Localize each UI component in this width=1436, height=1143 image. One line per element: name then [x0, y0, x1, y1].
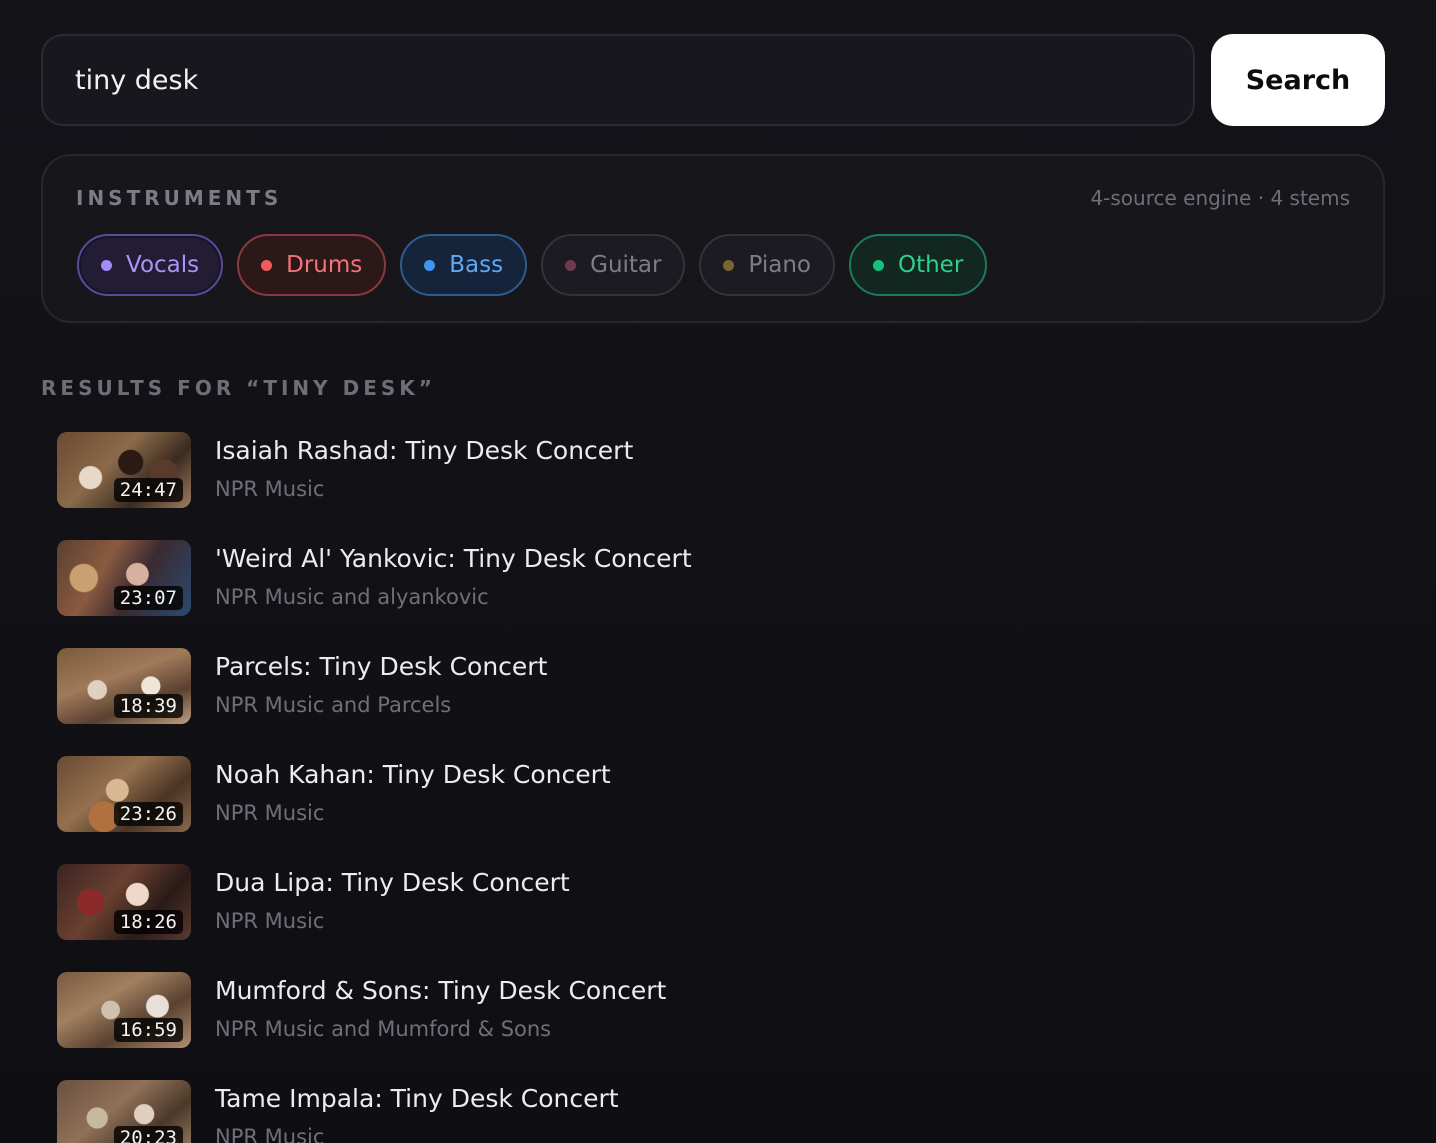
result-item[interactable]: 20:23 Tame Impala: Tiny Desk Concert NPR… — [57, 1080, 1357, 1143]
video-thumbnail[interactable]: 18:39 — [57, 648, 191, 724]
result-title[interactable]: Isaiah Rashad: Tiny Desk Concert — [215, 436, 633, 465]
bass-dot-icon — [424, 259, 436, 271]
video-thumbnail[interactable]: 23:07 — [57, 540, 191, 616]
chip-label: Vocals — [126, 252, 200, 278]
video-duration: 23:26 — [113, 802, 183, 826]
video-thumbnail[interactable]: 16:59 — [57, 972, 191, 1048]
result-title[interactable]: Mumford & Sons: Tiny Desk Concert — [215, 976, 666, 1005]
search-input[interactable] — [41, 34, 1195, 126]
result-item[interactable]: 18:26 Dua Lipa: Tiny Desk Concert NPR Mu… — [57, 864, 1357, 972]
video-duration: 16:59 — [113, 1018, 183, 1042]
chip-bass[interactable]: Bass — [400, 234, 528, 296]
video-duration: 24:47 — [113, 478, 183, 502]
other-dot-icon — [872, 259, 884, 271]
instrument-chips: Vocals Drums Bass Guitar Piano Other — [77, 234, 988, 298]
chip-label: Guitar — [590, 252, 662, 278]
result-channel: NPR Music — [215, 909, 325, 933]
instruments-panel: INSTRUMENTS 4-source engine · 4 stems Vo… — [41, 154, 1385, 323]
result-title[interactable]: Noah Kahan: Tiny Desk Concert — [215, 760, 611, 789]
instruments-title: INSTRUMENTS — [76, 186, 283, 210]
result-title[interactable]: Parcels: Tiny Desk Concert — [215, 652, 547, 681]
video-duration: 20:23 — [113, 1126, 183, 1143]
video-thumbnail[interactable]: 23:26 — [57, 756, 191, 832]
video-thumbnail[interactable]: 24:47 — [57, 432, 191, 508]
video-duration: 23:07 — [113, 586, 183, 610]
result-title[interactable]: 'Weird Al' Yankovic: Tiny Desk Concert — [215, 544, 692, 573]
results-heading: RESULTS FOR “TINY DESK” — [41, 376, 436, 400]
chip-label: Piano — [748, 252, 811, 278]
vocals-dot-icon — [101, 259, 112, 271]
chip-piano[interactable]: Piano — [699, 234, 835, 296]
chip-vocals[interactable]: Vocals — [77, 234, 224, 296]
chip-label: Drums — [286, 252, 363, 278]
chip-other[interactable]: Other — [848, 234, 988, 296]
result-item[interactable]: 18:39 Parcels: Tiny Desk Concert NPR Mus… — [57, 648, 1357, 756]
result-channel: NPR Music and Mumford & Sons — [215, 1017, 552, 1041]
result-item[interactable]: 23:26 Noah Kahan: Tiny Desk Concert NPR … — [57, 756, 1357, 864]
result-title[interactable]: Dua Lipa: Tiny Desk Concert — [215, 868, 570, 897]
result-title[interactable]: Tame Impala: Tiny Desk Concert — [215, 1084, 619, 1113]
result-list: 24:47 Isaiah Rashad: Tiny Desk Concert N… — [57, 432, 1357, 1143]
video-thumbnail[interactable]: 18:26 — [57, 864, 191, 940]
video-thumbnail[interactable]: 20:23 — [57, 1080, 191, 1143]
video-duration: 18:39 — [113, 694, 183, 718]
guitar-dot-icon — [565, 259, 577, 271]
result-item[interactable]: 16:59 Mumford & Sons: Tiny Desk Concert … — [57, 972, 1357, 1080]
result-item[interactable]: 24:47 Isaiah Rashad: Tiny Desk Concert N… — [57, 432, 1357, 540]
chip-label: Bass — [449, 252, 504, 278]
chip-label: Other — [897, 252, 964, 278]
result-channel: NPR Music — [215, 477, 325, 501]
piano-dot-icon — [723, 259, 735, 271]
video-duration: 18:26 — [113, 910, 183, 934]
search-row: Search — [41, 34, 1385, 126]
chip-guitar[interactable]: Guitar — [541, 234, 686, 296]
chip-drums[interactable]: Drums — [237, 234, 387, 296]
result-channel: NPR Music and alyankovic — [215, 585, 489, 609]
page: Search INSTRUMENTS 4-source engine · 4 s… — [0, 0, 1436, 1143]
drums-dot-icon — [261, 259, 273, 271]
result-channel: NPR Music — [215, 801, 325, 825]
result-channel: NPR Music — [215, 1125, 325, 1143]
result-channel: NPR Music and Parcels — [215, 693, 452, 717]
engine-info: 4-source engine · 4 stems — [1090, 186, 1350, 210]
result-item[interactable]: 23:07 'Weird Al' Yankovic: Tiny Desk Con… — [57, 540, 1357, 648]
search-button[interactable]: Search — [1211, 34, 1385, 126]
